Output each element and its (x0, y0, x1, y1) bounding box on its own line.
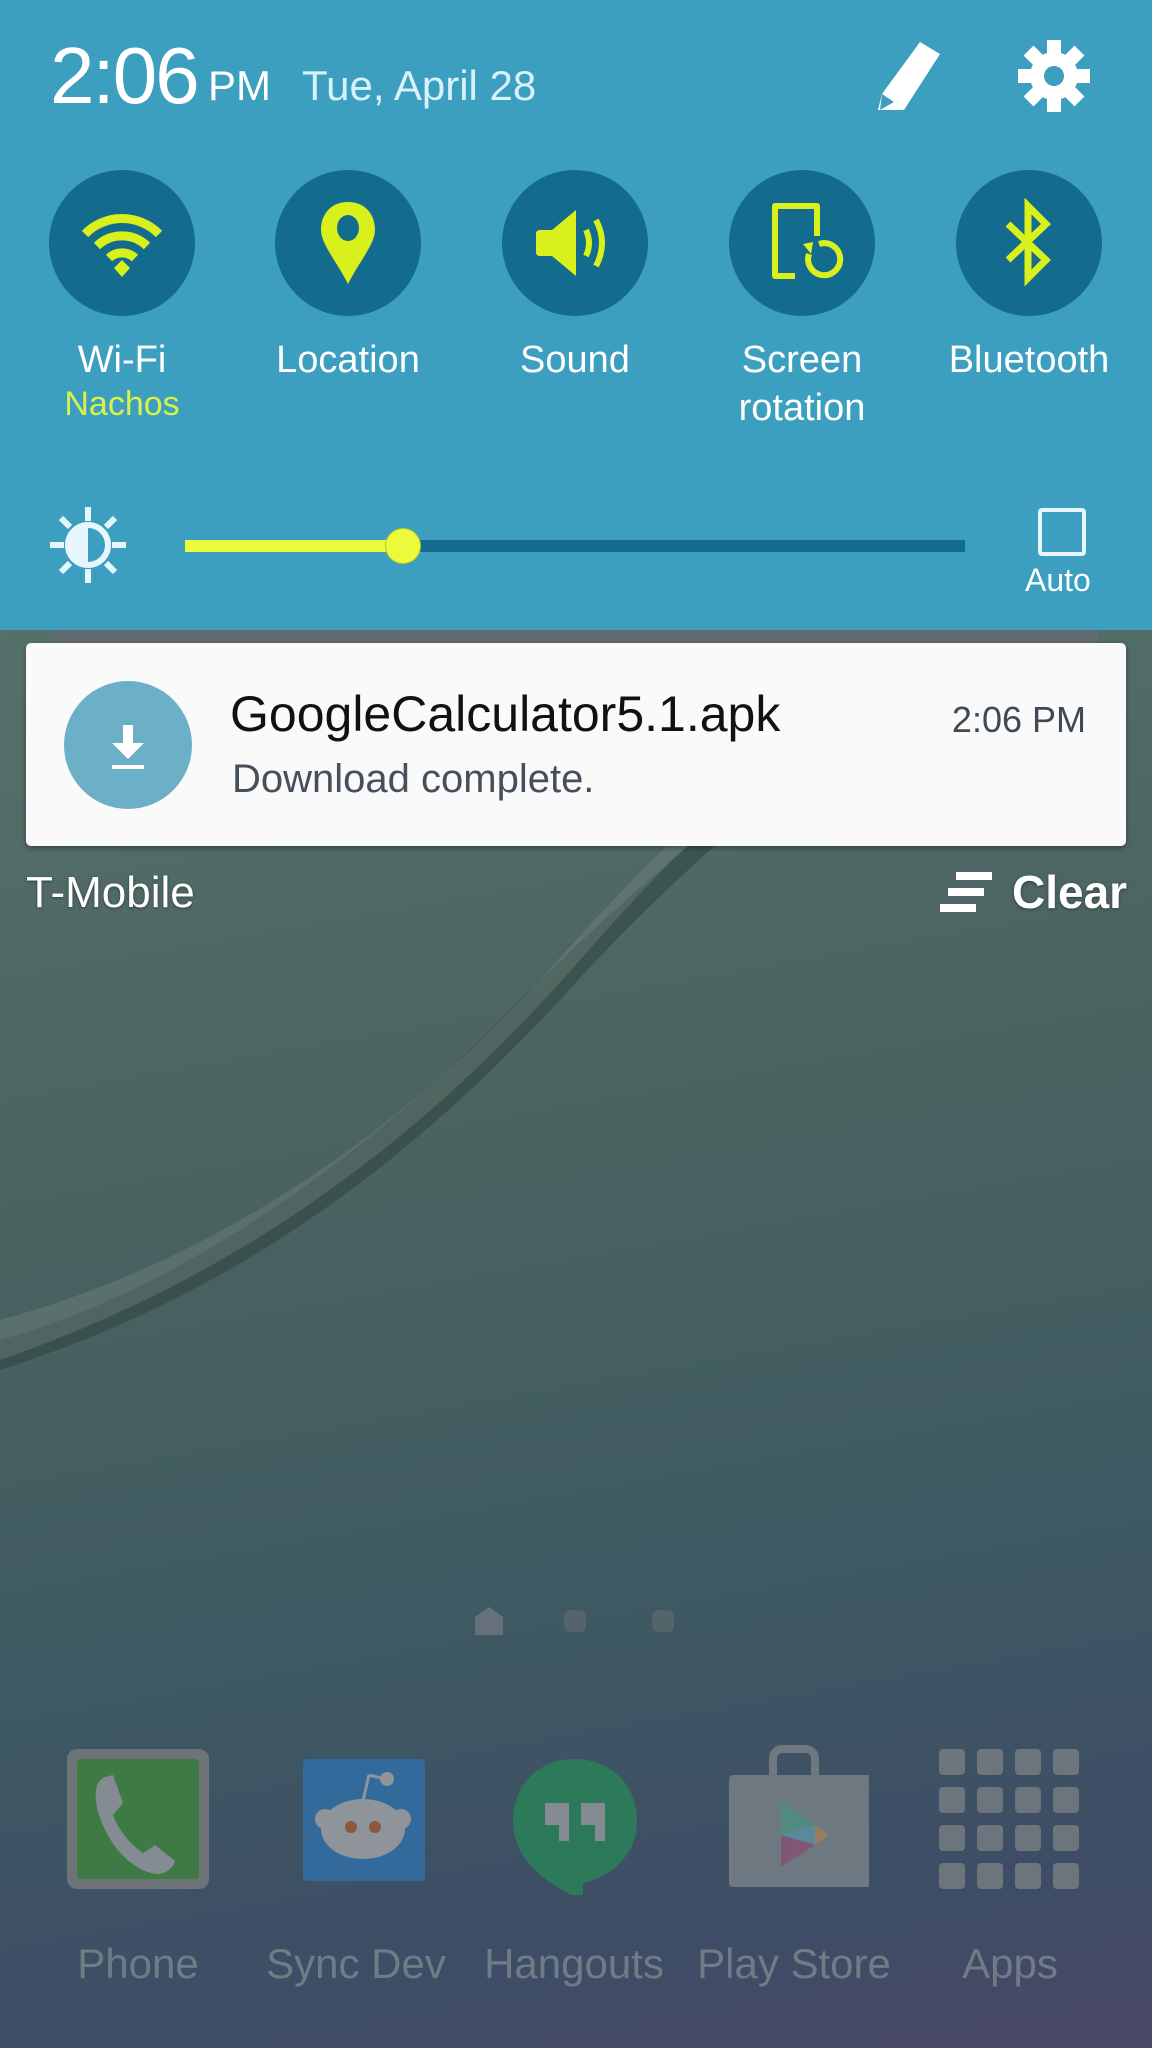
toggle-label: Screen rotation (738, 339, 866, 429)
wifi-icon (81, 214, 163, 277)
dock-label: Hangouts (484, 1940, 664, 1987)
brightness-thumb[interactable] (385, 528, 422, 564)
toggle-screen-rotation[interactable]: Screen rotation (702, 170, 902, 432)
page-indicator-dot[interactable] (564, 1610, 586, 1632)
notification-text: Download complete. (232, 757, 595, 801)
notification-title: GoogleCalculator5.1.apk (230, 686, 781, 742)
carrier-label: T-Mobile (26, 868, 195, 917)
gear-icon[interactable] (1014, 36, 1094, 116)
clear-all-icon (940, 872, 992, 912)
brightness-fill (185, 540, 404, 552)
home-dock: Phone Sync Dev Hangouts Play Store Apps (0, 1745, 1152, 1988)
page-indicators (0, 1605, 1152, 1635)
dock-item-hangouts[interactable]: Hangouts (464, 1745, 684, 1988)
pencil-icon[interactable] (868, 36, 948, 116)
toggle-bluetooth[interactable]: Bluetooth (929, 170, 1129, 384)
location-pin-icon (321, 202, 375, 284)
notification-time: 2:06 PM (951, 699, 1086, 740)
toggle-label: Wi-Fi (77, 339, 167, 381)
toggle-sound[interactable]: Sound (475, 170, 675, 384)
clock-date: Tue, April 28 (302, 62, 537, 109)
dock-label: Phone (77, 1940, 199, 1987)
brightness-slider[interactable] (185, 528, 965, 564)
screen-rotation-icon (772, 203, 844, 279)
toggle-label: Bluetooth (948, 339, 1110, 381)
dock-label: Play Store (697, 1940, 891, 1987)
bluetooth-icon (1005, 198, 1052, 287)
dock-item-play-store[interactable]: Play Store (684, 1745, 904, 1988)
clear-label: Clear (1012, 866, 1128, 918)
dock-label: Sync Dev (266, 1940, 446, 1987)
page-indicator-dot[interactable] (652, 1610, 674, 1632)
wifi-network-name: Nachos (64, 385, 180, 423)
dock-item-sync-dev[interactable]: Sync Dev (246, 1745, 466, 1988)
brightness-icon (50, 507, 126, 583)
toggle-label: Location (276, 339, 420, 381)
auto-brightness-checkbox[interactable] (1038, 508, 1086, 556)
home-page-indicator-icon[interactable] (473, 1605, 505, 1637)
toggle-label: Sound (520, 339, 630, 381)
toggle-wifi[interactable]: Wi-Fi Nachos (22, 170, 222, 424)
apps-grid-icon (939, 1749, 1079, 1889)
dock-item-phone[interactable]: Phone (28, 1745, 248, 1988)
dock-label: Apps (962, 1940, 1058, 1987)
speaker-icon (536, 210, 605, 276)
play-store-icon (729, 1745, 875, 1887)
auto-brightness-label: Auto (1025, 562, 1091, 598)
reddit-alien-icon (303, 1759, 425, 1881)
hangouts-icon (513, 1759, 637, 1901)
clear-all-button[interactable]: Clear (940, 862, 1127, 922)
quick-settings-panel: 2:06 PM Tue, April 28 Wi-Fi Nachos Locat… (0, 0, 1152, 630)
clock-ampm: PM (208, 62, 271, 109)
toggle-location[interactable]: Location (248, 170, 448, 384)
download-icon (64, 681, 192, 809)
dock-item-apps[interactable]: Apps (900, 1745, 1120, 1988)
clock-time: 2:06 (50, 31, 200, 120)
notification-download[interactable]: GoogleCalculator5.1.apk 2:06 PM Download… (26, 643, 1126, 846)
phone-icon (67, 1749, 209, 1889)
